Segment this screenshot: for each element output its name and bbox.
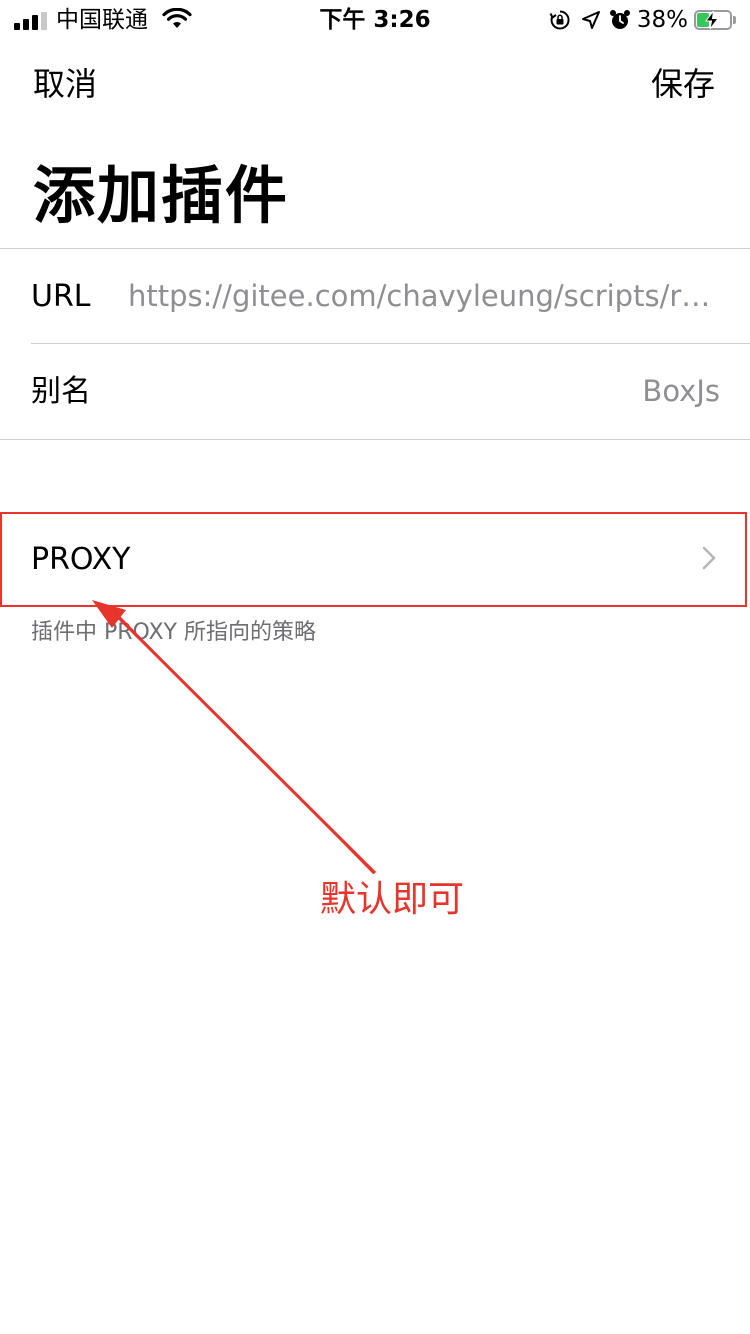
annotation-arrow [92, 600, 377, 875]
annotation-text: 默认即可 [320, 879, 465, 920]
